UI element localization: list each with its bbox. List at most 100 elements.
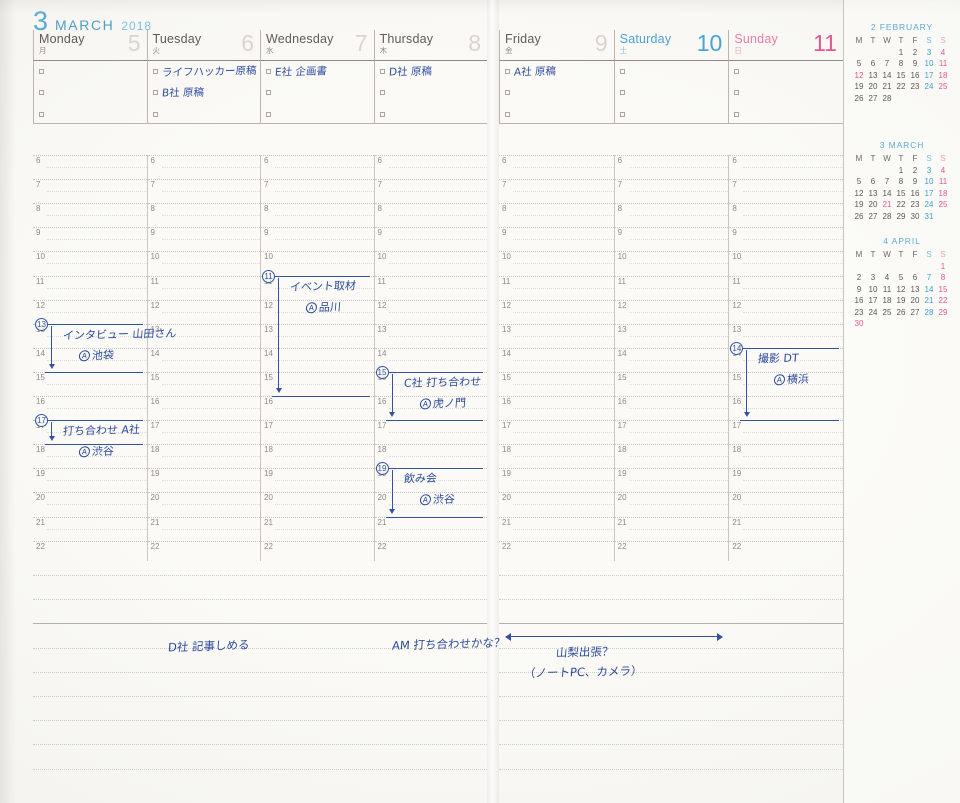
checkbox-icon[interactable] <box>505 111 510 117</box>
todo-item[interactable] <box>729 104 843 125</box>
todo-item[interactable] <box>261 82 374 103</box>
mini-day-cell[interactable]: 8 <box>894 176 908 188</box>
mini-day-cell[interactable]: 1 <box>936 261 950 273</box>
checkbox-icon[interactable] <box>152 69 158 75</box>
mini-day-cell[interactable]: 13 <box>908 284 922 296</box>
mini-day-cell[interactable]: 20 <box>866 199 880 211</box>
mini-day-cell[interactable]: 18 <box>936 70 950 82</box>
mini-day-cell[interactable]: 4 <box>936 165 950 177</box>
checkbox-icon[interactable] <box>379 90 385 96</box>
mini-day-cell[interactable]: 6 <box>866 58 880 70</box>
checkbox-icon[interactable] <box>266 90 271 96</box>
mini-day-cell[interactable]: 19 <box>852 81 866 93</box>
mini-day-cell[interactable]: 22 <box>936 295 950 307</box>
todo-item[interactable] <box>148 104 261 125</box>
mini-day-cell[interactable]: 13 <box>866 70 880 82</box>
mini-day-cell[interactable]: 27 <box>866 211 880 223</box>
mini-day-cell[interactable]: 14 <box>922 284 936 296</box>
mini-day-cell[interactable]: 5 <box>894 272 908 284</box>
todo-item[interactable] <box>261 104 374 125</box>
checkbox-icon[interactable] <box>39 69 44 75</box>
mini-day-cell[interactable]: 5 <box>852 58 866 70</box>
todo-item[interactable]: A社 原稿 <box>500 61 614 82</box>
mini-day-cell[interactable]: 16 <box>908 70 922 82</box>
mini-day-cell[interactable]: 16 <box>908 188 922 200</box>
mini-day-cell[interactable]: 11 <box>880 284 894 296</box>
mini-day-cell[interactable]: 17 <box>866 295 880 307</box>
checkbox-icon[interactable] <box>619 69 625 75</box>
checkbox-icon[interactable] <box>505 90 510 96</box>
mini-day-cell[interactable]: 27 <box>908 307 922 319</box>
todo-item[interactable] <box>34 82 147 103</box>
mini-day-cell[interactable]: 26 <box>852 211 866 223</box>
checkbox-icon[interactable] <box>734 90 740 96</box>
mini-day-cell[interactable]: 25 <box>936 199 950 211</box>
mini-day-cell[interactable]: 19 <box>894 295 908 307</box>
mini-day-cell[interactable]: 6 <box>866 176 880 188</box>
mini-day-cell[interactable]: 23 <box>852 307 866 319</box>
todo-item[interactable] <box>500 82 614 103</box>
todo-item[interactable] <box>615 104 729 125</box>
mini-day-cell[interactable]: 3 <box>922 47 936 59</box>
checkbox-icon[interactable] <box>39 90 44 96</box>
mini-day-cell[interactable]: 30 <box>908 211 922 223</box>
mini-day-cell[interactable]: 9 <box>908 58 922 70</box>
mini-day-cell[interactable]: 9 <box>852 284 866 296</box>
mini-day-cell[interactable]: 12 <box>852 188 866 200</box>
checkbox-icon[interactable] <box>734 111 740 117</box>
mini-day-cell[interactable]: 24 <box>922 81 936 93</box>
mini-day-cell[interactable]: 12 <box>852 70 866 82</box>
mini-day-cell[interactable]: 21 <box>880 199 894 211</box>
mini-day-cell[interactable]: 23 <box>908 199 922 211</box>
mini-day-cell[interactable]: 3 <box>866 272 880 284</box>
checkbox-icon[interactable] <box>379 69 385 75</box>
mini-day-cell[interactable]: 26 <box>894 307 908 319</box>
mini-day-cell[interactable]: 17 <box>922 188 936 200</box>
mini-day-cell[interactable]: 28 <box>880 211 894 223</box>
mini-day-cell[interactable]: 21 <box>880 81 894 93</box>
mini-day-cell[interactable]: 24 <box>922 199 936 211</box>
todo-item[interactable] <box>615 82 729 103</box>
mini-day-cell[interactable]: 11 <box>936 58 950 70</box>
mini-day-cell[interactable]: 1 <box>894 47 908 59</box>
todo-item[interactable]: E社 企画書 <box>261 61 374 82</box>
todo-item[interactable] <box>375 104 488 125</box>
mini-day-cell[interactable]: 2 <box>852 272 866 284</box>
mini-day-cell[interactable]: 12 <box>894 284 908 296</box>
checkbox-icon[interactable] <box>266 69 271 75</box>
checkbox-icon[interactable] <box>505 69 510 75</box>
mini-day-cell[interactable]: 25 <box>880 307 894 319</box>
mini-day-cell[interactable]: 2 <box>908 165 922 177</box>
todo-item[interactable] <box>375 82 488 103</box>
mini-day-cell[interactable]: 6 <box>908 272 922 284</box>
checkbox-icon[interactable] <box>619 90 625 96</box>
mini-day-cell[interactable]: 18 <box>936 188 950 200</box>
checkbox-icon[interactable] <box>266 111 271 117</box>
todo-item[interactable] <box>615 61 729 82</box>
mini-day-cell[interactable]: 11 <box>936 176 950 188</box>
mini-day-cell[interactable]: 26 <box>852 93 866 105</box>
mini-day-cell[interactable]: 29 <box>936 307 950 319</box>
mini-day-cell[interactable]: 25 <box>936 81 950 93</box>
todo-item[interactable] <box>34 61 147 82</box>
mini-day-cell[interactable]: 10 <box>922 58 936 70</box>
mini-day-cell[interactable]: 3 <box>922 165 936 177</box>
mini-day-cell[interactable]: 8 <box>936 272 950 284</box>
mini-day-cell[interactable]: 24 <box>866 307 880 319</box>
mini-day-cell[interactable]: 28 <box>880 93 894 105</box>
todo-item[interactable]: B社 原稿 <box>148 82 261 103</box>
todo-item[interactable] <box>500 104 614 125</box>
todo-item[interactable] <box>34 104 147 125</box>
mini-day-cell[interactable]: 1 <box>894 165 908 177</box>
mini-day-cell[interactable]: 28 <box>922 307 936 319</box>
mini-day-cell[interactable]: 21 <box>922 295 936 307</box>
todo-item[interactable] <box>729 61 843 82</box>
mini-day-cell[interactable]: 16 <box>852 295 866 307</box>
todo-item[interactable]: ライフハッカー原稿 <box>148 61 261 82</box>
mini-day-cell[interactable]: 29 <box>894 211 908 223</box>
mini-day-cell[interactable]: 10 <box>922 176 936 188</box>
mini-day-cell[interactable]: 17 <box>922 70 936 82</box>
mini-day-cell[interactable]: 10 <box>866 284 880 296</box>
mini-day-cell[interactable]: 8 <box>894 58 908 70</box>
todo-item[interactable] <box>729 82 843 103</box>
